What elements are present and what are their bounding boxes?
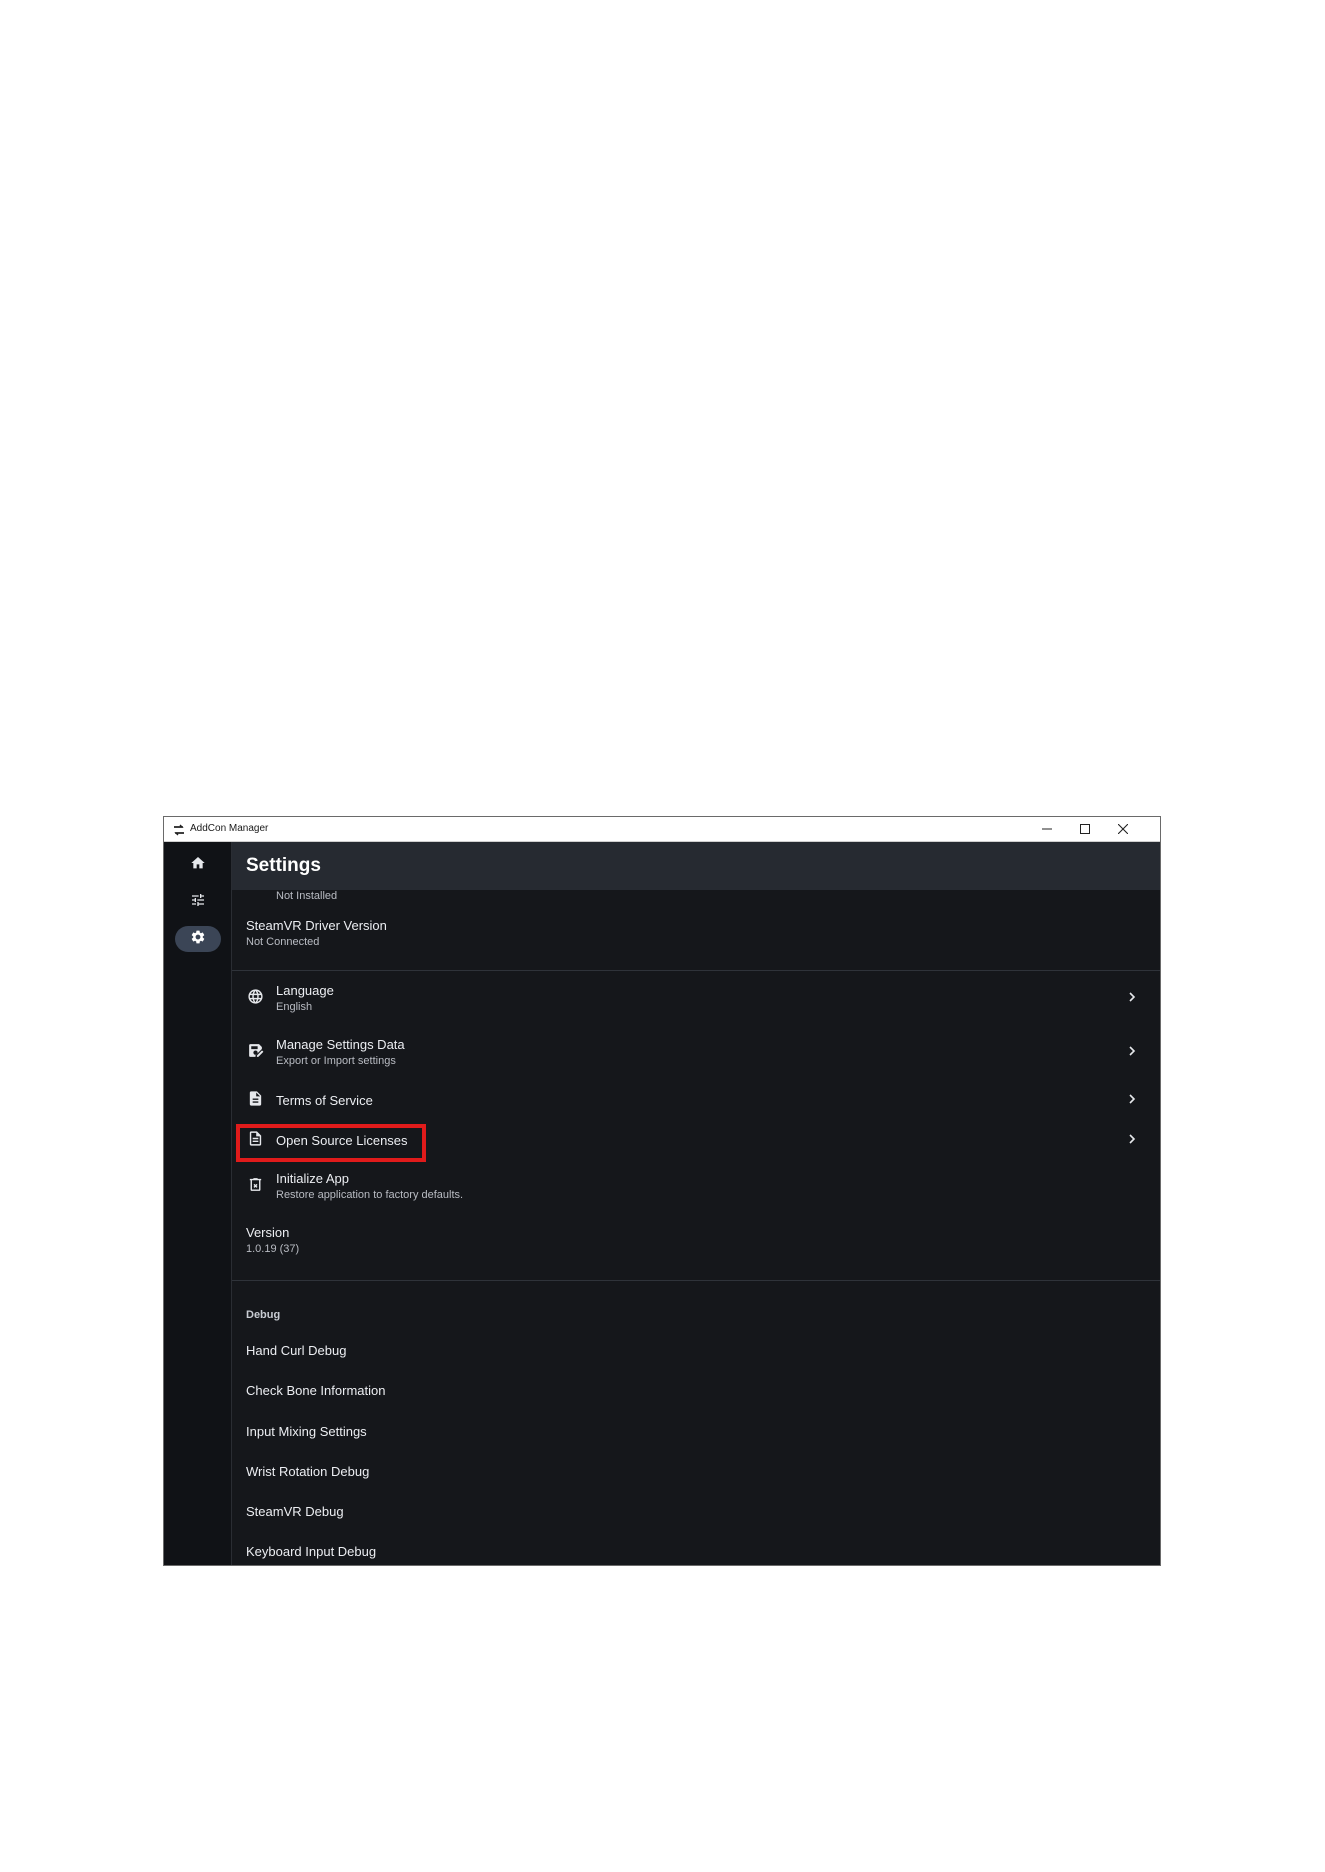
nav-home[interactable] <box>175 852 221 878</box>
divider <box>232 970 1160 971</box>
document-icon <box>246 1089 264 1107</box>
initialize-app-row[interactable]: Initialize App Restore application to fa… <box>232 1171 1160 1207</box>
language-title: Language <box>276 983 334 998</box>
nav-tune[interactable] <box>175 889 221 915</box>
driver-version-row: SteamVR Driver Version Not Connected <box>232 918 1160 954</box>
initialize-app-subtitle: Restore application to factory defaults. <box>276 1189 464 1201</box>
divider <box>232 1280 1160 1281</box>
version-title: Version <box>246 1225 290 1240</box>
driver-version-title: SteamVR Driver Version <box>246 918 387 933</box>
app-window: AddCon Manager Settings Not Installed St… <box>163 816 1161 1566</box>
close-button[interactable] <box>1104 817 1142 841</box>
tune-icon <box>190 892 206 913</box>
manage-settings-row[interactable]: Manage Settings Data Export or Import se… <box>232 1037 1160 1073</box>
language-value: English <box>276 1001 313 1013</box>
debug-item-hand-curl[interactable]: Hand Curl Debug <box>246 1343 346 1358</box>
globe-icon <box>246 987 264 1005</box>
settings-list[interactable]: Not Installed SteamVR Driver Version Not… <box>232 890 1160 1565</box>
main-panel: Settings Not Installed SteamVR Driver Ve… <box>232 842 1160 1565</box>
terms-of-service-title: Terms of Service <box>276 1093 373 1108</box>
minimize-button[interactable] <box>1028 817 1066 841</box>
language-row[interactable]: Language English <box>232 983 1160 1019</box>
manage-settings-title: Manage Settings Data <box>276 1037 405 1052</box>
debug-item-steamvr[interactable]: SteamVR Debug <box>246 1504 344 1519</box>
maximize-button[interactable] <box>1066 817 1104 841</box>
chevron-right-icon <box>1126 1093 1138 1105</box>
window-title: AddCon Manager <box>190 823 269 834</box>
version-row: Version 1.0.19 (37) <box>232 1225 1160 1261</box>
debug-item-wrist-rotation[interactable]: Wrist Rotation Debug <box>246 1464 369 1479</box>
navigation-rail <box>164 842 232 1565</box>
terms-of-service-row[interactable]: Terms of Service <box>232 1089 1160 1111</box>
partial-row-subtitle: Not Installed <box>276 890 338 902</box>
page-title: Settings <box>246 855 321 876</box>
home-icon <box>190 855 206 876</box>
chevron-right-icon <box>1126 991 1138 1003</box>
gear-icon <box>190 929 206 950</box>
nav-settings[interactable] <box>175 926 221 952</box>
delete-icon <box>246 1175 264 1193</box>
manage-settings-subtitle: Export or Import settings <box>276 1055 396 1067</box>
chevron-right-icon <box>1126 1133 1138 1145</box>
version-value: 1.0.19 (37) <box>246 1243 300 1255</box>
initialize-app-title: Initialize App <box>276 1171 349 1186</box>
open-source-licenses-row[interactable]: Open Source Licenses <box>232 1129 1160 1151</box>
debug-item-input-mixing[interactable]: Input Mixing Settings <box>246 1424 367 1439</box>
debug-item-keyboard-input[interactable]: Keyboard Input Debug <box>246 1544 376 1559</box>
save-edit-icon <box>246 1041 264 1059</box>
app-logo-icon <box>173 823 185 836</box>
open-source-licenses-title: Open Source Licenses <box>276 1133 408 1148</box>
driver-version-status: Not Connected <box>246 936 320 948</box>
chevron-right-icon <box>1126 1045 1138 1057</box>
document-outline-icon <box>246 1129 264 1147</box>
title-bar[interactable]: AddCon Manager <box>164 817 1160 842</box>
page-header: Settings <box>232 842 1160 890</box>
debug-item-check-bone[interactable]: Check Bone Information <box>246 1383 385 1398</box>
debug-section-label: Debug <box>246 1309 281 1321</box>
